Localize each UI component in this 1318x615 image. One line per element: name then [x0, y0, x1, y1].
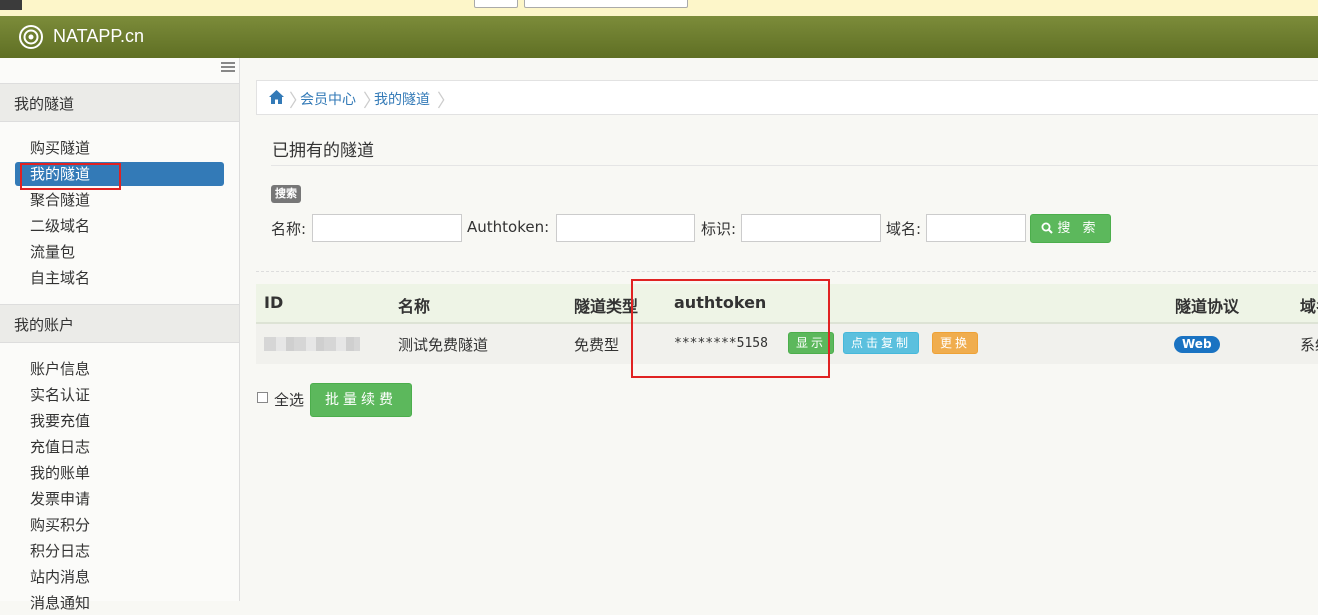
title-divider: [271, 165, 1318, 166]
table-header-protocol: 隧道协议: [1175, 297, 1240, 316]
search-identifier-label: 标识:: [701, 220, 737, 238]
table-header-type: 隧道类型: [574, 297, 639, 316]
sidebar-item-buy-tunnel[interactable]: 购买隧道: [15, 136, 224, 160]
browser-top-dark-fragment: [0, 0, 22, 10]
select-all-label[interactable]: 全选: [274, 389, 304, 410]
breadcrumb-separator: 〉: [437, 91, 455, 112]
breadcrumb: 〉 会员中心 〉 我的隧道 〉: [256, 80, 1318, 115]
search-authtoken-input[interactable]: [556, 214, 695, 242]
sidebar-item-aggregate-tunnel[interactable]: 聚合隧道: [15, 188, 224, 212]
search-identifier-input[interactable]: [741, 214, 881, 242]
sidebar-section-label: 我的账户: [14, 316, 75, 334]
search-icon: [1041, 222, 1054, 234]
search-domain-label: 域名:: [886, 220, 922, 238]
browser-top-input[interactable]: [524, 0, 688, 8]
table-header-name: 名称: [398, 297, 431, 316]
brand-name[interactable]: NATAPP.cn: [53, 24, 144, 48]
sidebar-collapse-icon[interactable]: [221, 61, 235, 73]
tunnel-type: 免费型: [574, 336, 620, 354]
sidebar-item-messages[interactable]: 站内消息: [15, 565, 224, 589]
select-all-checkbox[interactable]: [257, 392, 268, 403]
breadcrumb-my-tunnel[interactable]: 我的隧道: [374, 89, 430, 109]
search-name-input[interactable]: [312, 214, 462, 242]
sidebar-item-my-bill[interactable]: 我的账单: [15, 461, 224, 485]
sidebar-item-points-log[interactable]: 积分日志: [15, 539, 224, 563]
sidebar-item-notifications[interactable]: 消息通知: [15, 591, 224, 615]
home-icon[interactable]: [268, 89, 285, 105]
site-header: NATAPP.cn: [0, 16, 1318, 58]
section-divider: [256, 271, 1318, 272]
sidebar-item-subdomain[interactable]: 二级域名: [15, 214, 224, 238]
sidebar-item-account-info[interactable]: 账户信息: [15, 357, 224, 381]
browser-top-control[interactable]: [474, 0, 518, 8]
change-authtoken-button[interactable]: 更换: [932, 332, 979, 354]
sidebar-section-title-account[interactable]: 我的账户: [0, 304, 239, 343]
page-title: 已拥有的隧道: [272, 141, 374, 161]
sidebar-section-label: 我的隧道: [14, 95, 75, 113]
tunnel-domain: 系统: [1300, 336, 1318, 354]
search-badge: 搜索: [271, 185, 301, 203]
breadcrumb-member-center[interactable]: 会员中心: [300, 89, 356, 109]
sidebar-item-recharge-log[interactable]: 充值日志: [15, 435, 224, 459]
sidebar-item-buy-points[interactable]: 购买积分: [15, 513, 224, 537]
table-header-domain: 域名: [1300, 297, 1318, 316]
sidebar-item-real-name[interactable]: 实名认证: [15, 383, 224, 407]
search-domain-input[interactable]: [926, 214, 1026, 242]
batch-renew-button[interactable]: 批量续费: [310, 383, 412, 417]
search-button-label: 搜 索: [1057, 221, 1100, 236]
tunnel-id-redacted: [264, 337, 360, 351]
search-button[interactable]: 搜 索: [1030, 214, 1111, 243]
sidebar-item-custom-domain[interactable]: 自主域名: [15, 266, 224, 290]
browser-top-strip: [0, 0, 1318, 17]
sidebar-item-invoice[interactable]: 发票申请: [15, 487, 224, 511]
logo-icon: [19, 25, 43, 49]
sidebar-item-recharge[interactable]: 我要充值: [15, 409, 224, 433]
copy-authtoken-button[interactable]: 点击复制: [843, 332, 920, 354]
table-header-id: ID: [264, 293, 284, 312]
highlight-box-sidebar: [20, 163, 121, 190]
search-authtoken-label: Authtoken:: [467, 218, 550, 236]
sidebar-item-traffic-pack[interactable]: 流量包: [15, 240, 224, 264]
search-name-label: 名称:: [271, 220, 307, 238]
sidebar: 我的隧道 购买隧道 我的隧道 聚合隧道 二级域名 流量包 自主域名 我的账户 账…: [0, 58, 240, 612]
tunnel-name: 测试免费隧道: [398, 336, 489, 354]
highlight-box-authtoken: [631, 279, 830, 378]
protocol-badge: Web: [1174, 336, 1220, 353]
sidebar-section-title-tunnels[interactable]: 我的隧道: [0, 83, 239, 122]
